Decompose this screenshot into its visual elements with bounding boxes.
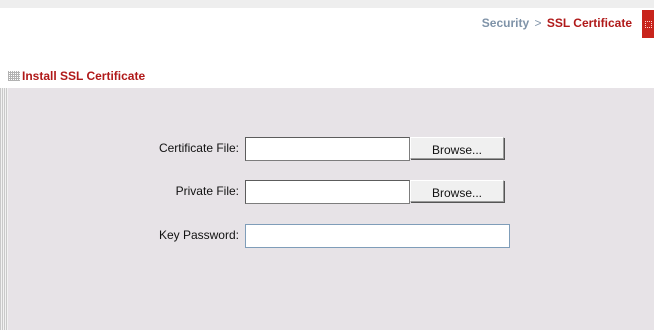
panel-left-border	[0, 88, 8, 330]
breadcrumb: Security > SSL Certificate	[482, 16, 632, 30]
private-file-row: Private File: Browse...	[8, 180, 654, 204]
section-title-label: Install SSL Certificate	[22, 69, 146, 83]
key-password-input[interactable]	[245, 224, 510, 248]
certificate-browse-button[interactable]: Browse...	[410, 137, 504, 159]
corner-tab[interactable]	[642, 10, 654, 38]
certificate-file-row: Certificate File: Browse...	[8, 137, 654, 161]
ssl-certificate-form-panel: Certificate File: Browse... Private File…	[8, 88, 654, 330]
top-strip	[0, 0, 654, 8]
breadcrumb-security-link[interactable]: Security	[482, 16, 529, 30]
certificate-file-label: Certificate File:	[158, 141, 239, 155]
dotted-square-icon	[645, 21, 652, 28]
breadcrumb-separator: >	[534, 16, 542, 30]
ssl-certificate-page: Security > SSL Certificate Install SSL C…	[0, 0, 654, 330]
private-file-label: Private File:	[175, 184, 239, 198]
certificate-file-input[interactable]	[245, 137, 410, 161]
private-file-input[interactable]	[245, 180, 410, 204]
breadcrumb-current-page: SSL Certificate	[546, 16, 632, 30]
grid-icon	[8, 71, 20, 81]
key-password-row: Key Password:	[8, 224, 654, 248]
key-password-label: Key Password:	[158, 228, 239, 242]
section-title: Install SSL Certificate	[8, 68, 145, 84]
private-file-browse-button[interactable]: Browse...	[410, 180, 504, 202]
